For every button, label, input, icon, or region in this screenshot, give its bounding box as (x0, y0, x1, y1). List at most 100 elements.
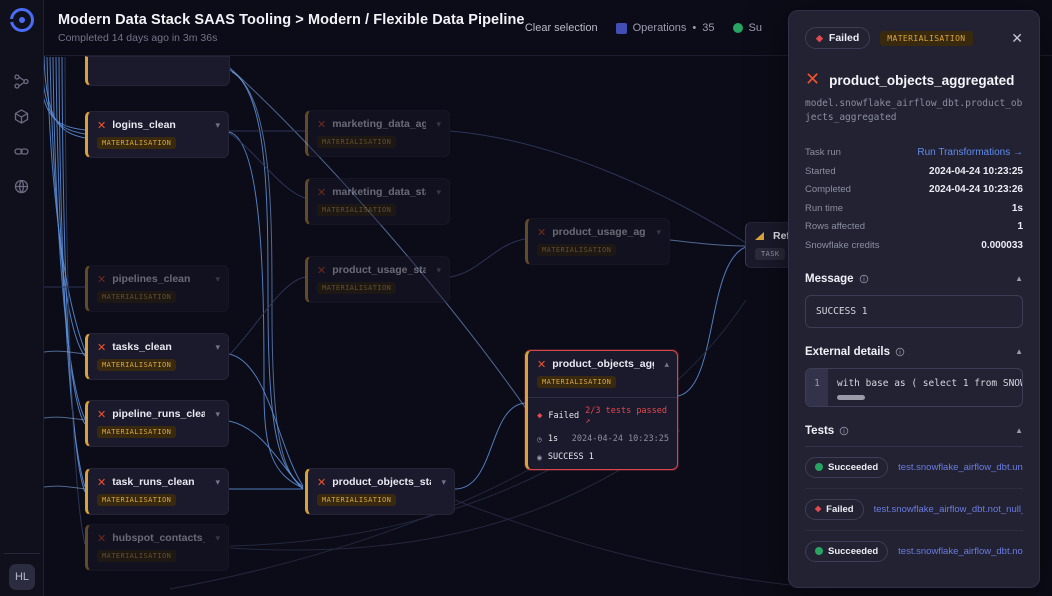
dbt-icon: ✕ (537, 227, 546, 238)
detail-label: Rows affected (805, 221, 865, 232)
external-details-section-header: External details i ▲ (805, 346, 1023, 358)
run-status-subtitle: Completed 14 days ago in 3m 36s (58, 32, 525, 44)
dbt-icon: ✕ (317, 119, 326, 130)
node-product-usage-aggregated[interactable]: ✕product_usage_aggregated▾ MATERIALISATI… (525, 218, 670, 265)
node-logins-clean[interactable]: ✕logins_clean▾ MATERIALISATION (85, 111, 229, 158)
node-run-time: 1s (548, 434, 558, 444)
collapse-icon[interactable]: ▲ (1015, 426, 1023, 435)
user-avatar[interactable]: HL (9, 564, 35, 590)
dbt-icon: ✕ (97, 342, 106, 353)
dbt-icon: ✕ (97, 409, 106, 420)
materialisation-badge: MATERIALISATION (317, 282, 396, 294)
chevron-up-icon[interactable]: ▴ (664, 359, 669, 370)
details-list: Task runRun Transformations → Started202… (805, 144, 1023, 255)
info-icon[interactable]: i (840, 426, 849, 435)
dbt-icon: ✕ (317, 187, 326, 198)
test-status-badge: Succeeded (805, 541, 888, 562)
detail-row: Started2024-04-24 10:23:25 (805, 162, 1023, 181)
materialisation-badge: MATERIALISATION (97, 426, 176, 438)
chevron-down-icon[interactable]: ▾ (215, 342, 220, 353)
code-box: 1 with base as ( select 1 from SNOWFLAKE (805, 368, 1023, 407)
materialisation-badge: MATERIALISATION (97, 494, 176, 506)
test-link[interactable]: test.snowflake_airflow_dbt.unique_pro (898, 462, 1023, 473)
test-link[interactable]: test.snowflake_airflow_dbt.not_null_pr (898, 546, 1023, 557)
orchestra-logo-icon[interactable] (10, 8, 34, 32)
operations-label: Operations (633, 22, 687, 34)
dbt-icon: ✕ (97, 477, 106, 488)
code-content[interactable]: with base as ( select 1 from SNOWFLAKE (828, 369, 1022, 406)
model-path: model.snowflake_airflow_dbt.product_obje… (805, 97, 1023, 126)
materialisation-badge: MATERIALISATION (537, 376, 616, 388)
clear-selection-button[interactable]: Clear selection (525, 22, 598, 34)
materialisation-badge: MATERIALISATION (317, 136, 396, 148)
detail-value: 1s (1012, 203, 1023, 214)
connections-link-icon[interactable] (9, 138, 35, 164)
node-pipelines-clean[interactable]: ✕pipelines_clean▾ MATERIALISATION (85, 265, 229, 312)
node-title: task_runs_clean (112, 476, 205, 488)
chevron-down-icon[interactable]: ▾ (436, 119, 441, 130)
horizontal-scrollbar[interactable] (837, 395, 865, 400)
operations-icon (616, 23, 627, 34)
node-title: tasks_clean (112, 341, 205, 353)
operations-filter[interactable]: Operations • 35 (616, 22, 715, 34)
task-run-link[interactable]: Run Transformations → (917, 147, 1023, 158)
node-marketing-data-staging[interactable]: ✕marketing_data_staging▾ MATERIALISATION (305, 178, 450, 225)
materialisation-badge: MATERIALISATION (537, 244, 616, 256)
test-link[interactable]: test.snowflake_airflow_dbt.not_null_pr (874, 504, 1023, 515)
integrations-cube-icon[interactable] (9, 103, 35, 129)
clock-icon: ◷ (537, 435, 542, 444)
test-status-badge: Succeeded (805, 457, 888, 478)
success-filter[interactable]: Su (733, 22, 762, 34)
success-dot-icon (733, 23, 743, 33)
sidebar-divider (4, 553, 40, 554)
info-icon[interactable]: i (896, 347, 905, 356)
test-status-label: Succeeded (828, 546, 878, 557)
node-product-objects-aggregated-selected[interactable]: ✕product_objects_aggregated▴ MATERIALISA… (525, 350, 678, 470)
details-panel: ◆Failed MATERIALISATION ✕ ✕ product_obje… (788, 10, 1040, 588)
tests-summary-link[interactable]: 2/3 tests passed ↗ (585, 406, 669, 426)
pipeline-graph-icon[interactable] (9, 68, 35, 94)
node-title: marketing_data_aggregated (332, 118, 426, 130)
node-product-usage-staging[interactable]: ✕product_usage_staging▾ MATERIALISATION (305, 256, 450, 303)
node-task-runs-clean[interactable]: ✕ task_runs_clean ▾ MATERIALISATION (85, 468, 229, 515)
node-product-objects-staging[interactable]: ✕product_objects_staging▾ MATERIALISATIO… (305, 468, 455, 515)
node-title: product_objects_aggregated (552, 358, 654, 370)
collapse-icon[interactable]: ▲ (1015, 274, 1023, 283)
chevron-down-icon[interactable]: ▾ (215, 409, 220, 420)
info-icon[interactable]: i (859, 274, 868, 283)
node-title: hubspot_contacts_clean (112, 532, 205, 544)
node-tasks-clean[interactable]: ✕tasks_clean▾ MATERIALISATION (85, 333, 229, 380)
test-row: ◆Failed test.snowflake_airflow_dbt.not_n… (805, 489, 1023, 531)
chevron-down-icon[interactable]: ▾ (215, 120, 220, 131)
dbt-icon: ✕ (317, 477, 326, 488)
message-box: SUCCESS 1 (805, 295, 1023, 328)
success-label: Su (749, 22, 762, 34)
message-section-header: Message i ▲ (805, 273, 1023, 285)
node-pipeline-runs-clean[interactable]: ✕pipeline_runs_clean▾ MATERIALISATION (85, 400, 229, 447)
chevron-down-icon[interactable]: ▾ (436, 265, 441, 276)
test-status-label: Succeeded (828, 462, 878, 473)
line-number: 1 (806, 369, 828, 406)
collapse-icon[interactable]: ▲ (1015, 347, 1023, 356)
node-marketing-data-aggregated[interactable]: ✕ marketing_data_aggregated ▾ MATERIALISAT… (305, 110, 450, 157)
chevron-down-icon[interactable]: ▾ (215, 274, 220, 285)
page-title: Modern Data Stack SAAS Tooling > Modern … (58, 12, 525, 28)
task-badge: TASK (755, 248, 785, 260)
node-hubspot-contacts-clean[interactable]: ✕hubspot_contacts_clean▾ MATERIALISATION (85, 524, 229, 571)
succeeded-dot-icon (815, 547, 823, 555)
detail-row: Task runRun Transformations → (805, 144, 1023, 163)
chevron-down-icon[interactable]: ▾ (441, 477, 446, 488)
materialisation-badge: MATERIALISATION (97, 550, 176, 562)
chevron-down-icon[interactable]: ▾ (436, 187, 441, 198)
node-partial-top[interactable] (85, 56, 230, 86)
detail-value: 1 (1017, 221, 1023, 232)
help-globe-icon[interactable] (9, 173, 35, 199)
close-icon[interactable]: ✕ (1011, 31, 1023, 45)
detail-label: Started (805, 166, 836, 177)
chevron-down-icon[interactable]: ▾ (215, 477, 220, 488)
chevron-down-icon[interactable]: ▾ (656, 227, 661, 238)
status-circle-icon: ◉ (537, 453, 542, 462)
chevron-down-icon[interactable]: ▾ (215, 533, 220, 544)
detail-row: Completed2024-04-24 10:23:26 (805, 181, 1023, 200)
section-title: External details (805, 346, 890, 358)
